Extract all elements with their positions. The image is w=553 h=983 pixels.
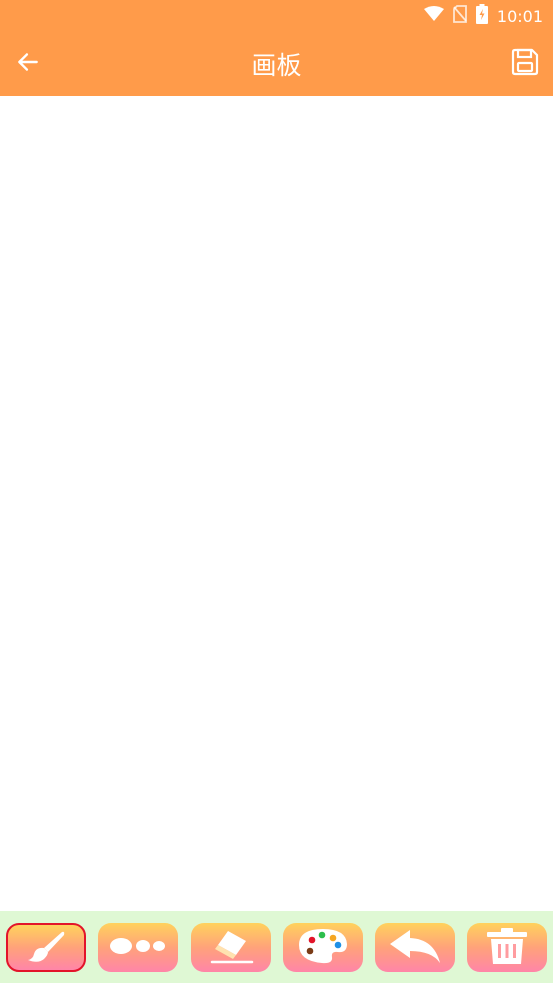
- palette-icon: [296, 926, 350, 970]
- wifi-icon: [423, 6, 444, 26]
- stroke-size-button[interactable]: [98, 923, 178, 972]
- eraser-icon: [206, 927, 256, 969]
- undo-icon: [388, 927, 442, 969]
- color-picker-button[interactable]: [283, 923, 363, 972]
- back-button[interactable]: [8, 44, 48, 84]
- arrow-left-icon: [15, 49, 41, 79]
- status-icons: 10:01: [423, 4, 543, 28]
- page-title: 画板: [251, 51, 302, 80]
- drawing-canvas[interactable]: [0, 96, 553, 911]
- save-button[interactable]: [505, 44, 545, 84]
- status-bar: 10:01: [0, 0, 553, 32]
- dots-icon: [108, 936, 168, 960]
- save-icon: [511, 48, 539, 80]
- status-time: 10:01: [496, 6, 543, 26]
- trash-icon: [483, 926, 531, 970]
- app-bar: 画板: [0, 32, 553, 96]
- no-sim-icon: [452, 5, 467, 27]
- brush-tool-button[interactable]: [6, 923, 86, 972]
- paintbrush-icon: [24, 928, 68, 968]
- battery-charging-icon: [475, 4, 488, 28]
- eraser-button[interactable]: [191, 923, 271, 972]
- undo-button[interactable]: [375, 923, 455, 972]
- tool-bar: [0, 911, 553, 983]
- clear-button[interactable]: [467, 923, 547, 972]
